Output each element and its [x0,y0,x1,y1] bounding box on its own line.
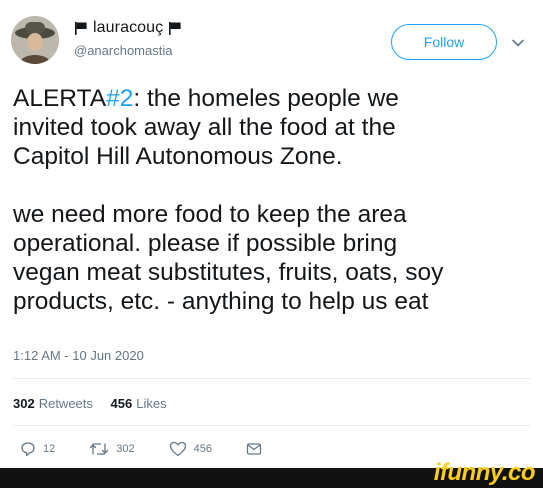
display-name-row: lauracouç [74,18,182,38]
retweet-icon [90,443,109,455]
avatar[interactable] [11,16,59,64]
likes-stat[interactable]: 456 Likes [111,396,167,411]
retweets-count: 302 [13,396,35,411]
reply-icon [21,442,35,457]
tweet-text: ALERTA#2: the homeles people we invited … [13,84,533,316]
tweet-line: operational. please if possible bring [13,230,398,257]
black-flag-icon [169,22,181,35]
tweet-line: products, etc. - anything to help us eat [13,288,429,315]
avatar-photo-icon [11,16,59,64]
retweets-label: Retweets [38,396,93,411]
tweet-line: Capitol Hill Autonomous Zone. [13,143,343,170]
display-name[interactable]: lauracouç [93,19,163,37]
like-count: 456 [193,443,212,455]
retweets-stat[interactable]: 302 Retweets [13,396,93,411]
tweet-line: we need more food to keep the area [13,201,407,228]
like-button[interactable]: 456 [169,441,212,457]
reply-count: 12 [43,443,56,455]
black-flag-icon [75,22,87,35]
user-names: lauracouç @anarchomastia [74,18,182,58]
divider [13,425,530,426]
tweet-text-prefix: ALERTA [13,85,107,112]
chevron-down-icon[interactable] [510,35,526,51]
tweet-line: ALERTA#2: the homeles people we [13,84,533,113]
tweet-text-segment: : the homeles people we [133,85,399,112]
heart-icon [169,441,186,457]
envelope-icon [246,443,262,455]
retweet-count: 302 [116,443,135,455]
message-button[interactable] [246,441,262,457]
tweet-header: lauracouç @anarchomastia Follow [0,0,543,75]
tweet-timestamp[interactable]: 1:12 AM - 10 Jun 2020 [13,348,144,363]
tweet-stats: 302 Retweets 456 Likes [13,396,181,411]
hashtag-link[interactable]: #2 [106,85,133,112]
likes-count: 456 [110,396,133,411]
likes-label: Likes [136,396,167,411]
tweet-actions: 12 302 456 [20,441,296,457]
reply-button[interactable]: 12 [20,441,55,457]
retweet-button[interactable]: 302 [89,441,135,457]
user-handle[interactable]: @anarchomastia [74,43,182,58]
ifunny-watermark: ifunny.co [433,459,536,486]
divider [13,378,530,379]
tweet-line: vegan meat substitutes, fruits, oats, so… [13,259,444,286]
tweet-line: invited took away all the food at the [13,114,396,141]
follow-button[interactable]: Follow [391,24,497,60]
